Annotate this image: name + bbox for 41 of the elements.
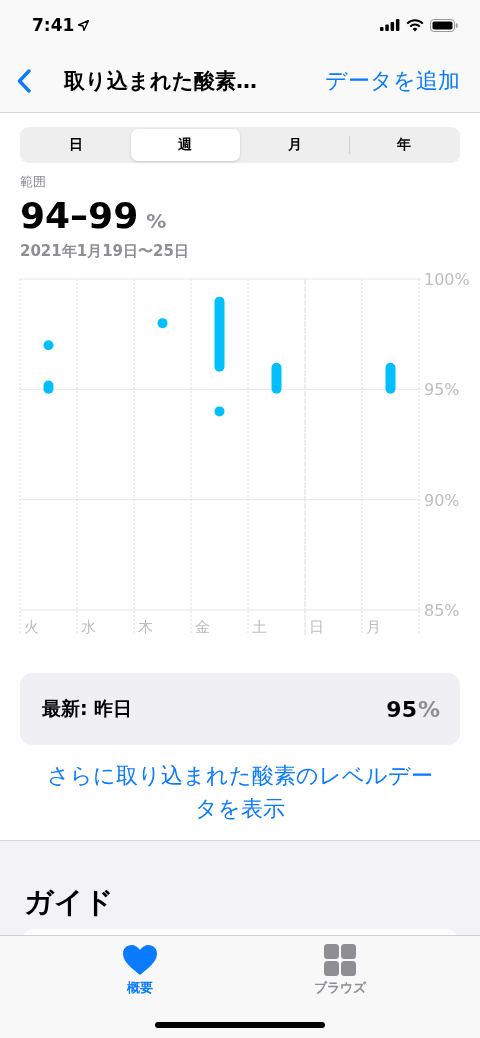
tab-bar-item[interactable]: 概要: [90, 936, 190, 1038]
range-bar: [385, 362, 396, 394]
section-title: ガイド: [24, 884, 114, 921]
status-time: 7:41: [32, 15, 75, 35]
latest-value: 95: [386, 696, 417, 722]
location-arrow-icon: [78, 19, 90, 31]
battery-icon: [430, 18, 458, 32]
date-range: 2021年1月19日〜25日: [20, 242, 190, 261]
axis-tick-label: 木: [138, 618, 153, 636]
axis-tick-label: 100%: [424, 270, 470, 289]
axis-tick-label: 90%: [424, 490, 460, 510]
axis-tick-label: 水: [81, 618, 96, 636]
axis-tick-label: 金: [195, 618, 210, 636]
signal-icon: [380, 19, 400, 31]
axis-tick-label: 月: [366, 618, 381, 636]
latest-label: 最新: 昨日: [42, 696, 133, 721]
axis-tick-label: 95%: [424, 380, 460, 400]
axis-tick-label: 85%: [424, 601, 460, 620]
range-label: 範囲: [20, 173, 47, 191]
grid-icon: [324, 944, 356, 976]
range-unit: %: [146, 209, 167, 233]
back-chevron-icon: [17, 69, 31, 93]
range-bar: [43, 380, 54, 394]
wifi-icon: [406, 18, 424, 32]
latest-unit: %: [417, 696, 440, 722]
show-more-link[interactable]: さらに取り込まれた酸素のレベルデータを表示: [40, 759, 440, 825]
segment-tab[interactable]: 日: [22, 129, 131, 161]
add-data-button[interactable]: データを追加: [325, 66, 460, 96]
heart-icon: [122, 944, 158, 976]
data-point: [157, 318, 168, 329]
axis-tick-label: 日: [309, 618, 324, 636]
page-title: 取り込まれた酸素…: [64, 68, 257, 95]
segment-tab[interactable]: 月: [240, 129, 349, 161]
data-point: [214, 406, 225, 417]
data-point: [43, 340, 54, 351]
segment-tab[interactable]: 年: [349, 129, 458, 161]
axis-tick-label: 土: [252, 618, 267, 636]
range-bar: [271, 362, 282, 394]
segment-tab[interactable]: 週: [131, 129, 240, 161]
axis-tick-label: 火: [24, 618, 39, 636]
range-value: 94–99: [20, 195, 139, 236]
